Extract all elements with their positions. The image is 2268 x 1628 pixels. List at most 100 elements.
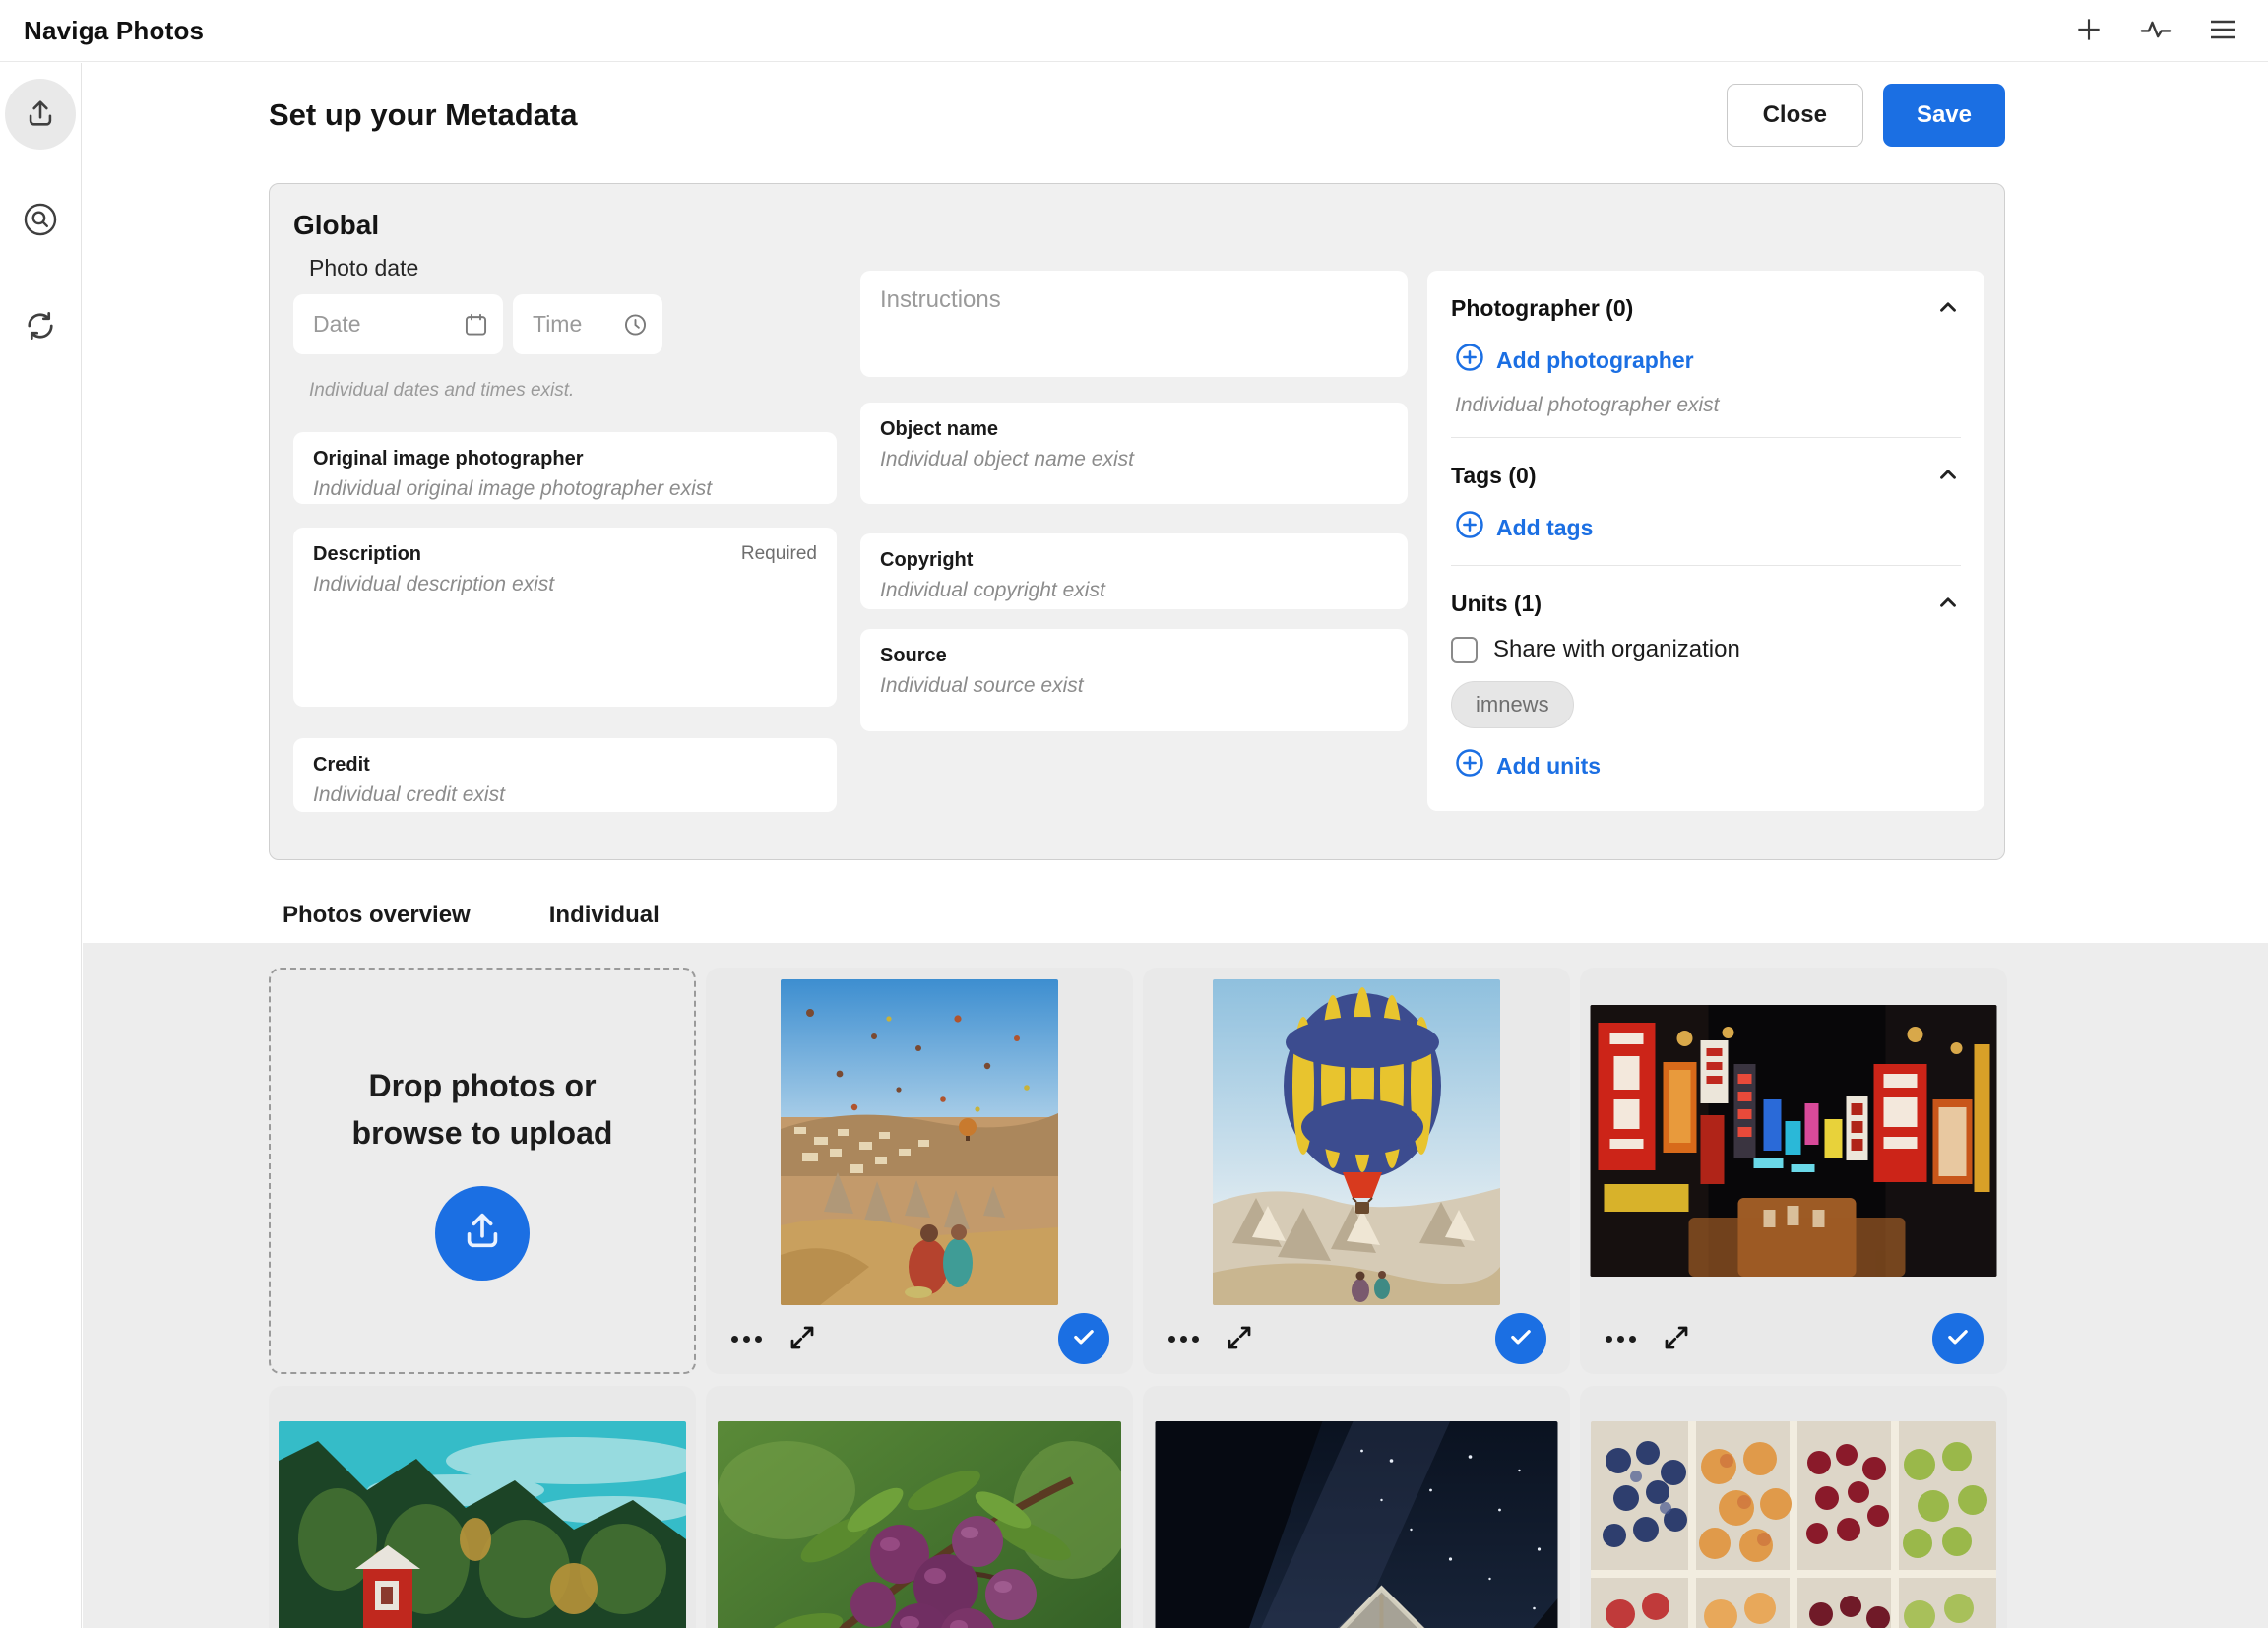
- photo-thumbnail-tokyo-neon-street[interactable]: [1591, 1005, 1997, 1277]
- chevron-up-icon: [1935, 462, 1961, 490]
- photo-actions-bar: [1143, 1313, 1570, 1364]
- browse-upload-button[interactable]: [435, 1186, 530, 1281]
- add-tags-button[interactable]: Add tags: [1455, 510, 1593, 545]
- activity-button[interactable]: [2138, 13, 2174, 48]
- photo-thumbnail-yellow-blue-balloon[interactable]: [1213, 979, 1500, 1305]
- calendar-icon: [463, 311, 489, 338]
- share-checkbox[interactable]: [1451, 637, 1478, 663]
- add-units-label: Add units: [1496, 753, 1601, 780]
- main-content: Set up your Metadata Close Save Global P…: [83, 63, 2268, 1628]
- check-icon: [1944, 1323, 1972, 1355]
- upload-icon: [24, 96, 57, 133]
- field-placeholder: Individual object name exist: [880, 448, 1388, 471]
- photo-grid: Drop photos or browse to upload: [269, 968, 2007, 1628]
- photo-actions-bar: [706, 1313, 1133, 1364]
- expand-icon: [1225, 1323, 1254, 1355]
- add-photographer-button[interactable]: Add photographer: [1455, 343, 1694, 378]
- field-placeholder: Individual description exist: [313, 573, 817, 596]
- share-checkbox-label: Share with organization: [1493, 636, 1740, 663]
- search-icon: [22, 201, 59, 241]
- photo-thumbnail-fruit-baskets[interactable]: [1591, 1421, 1996, 1628]
- tags-section-title: Tags (0): [1451, 463, 1536, 489]
- upload-dropzone[interactable]: Drop photos or browse to upload: [269, 968, 696, 1374]
- topbar: Naviga Photos: [0, 0, 2268, 62]
- object-name-field[interactable]: Object name Individual object name exist: [860, 403, 1408, 504]
- credit-field[interactable]: Credit Individual credit exist: [293, 738, 837, 812]
- expand-photo-button[interactable]: [1225, 1323, 1254, 1355]
- sidebar-search-button[interactable]: [5, 185, 76, 256]
- activity-icon: [2139, 13, 2173, 49]
- photographer-collapse-button[interactable]: [1935, 294, 1961, 323]
- page-header: Set up your Metadata Close Save: [269, 83, 2005, 148]
- photo-thumbnail-plums-on-branch[interactable]: [718, 1421, 1121, 1628]
- photo-date-label: Photo date: [309, 255, 418, 282]
- photo-selected-check[interactable]: [1058, 1313, 1109, 1364]
- clock-icon: [622, 311, 649, 338]
- sidebar-sync-button[interactable]: [5, 291, 76, 362]
- close-button[interactable]: Close: [1727, 84, 1863, 147]
- share-with-organization-row[interactable]: Share with organization: [1451, 636, 1961, 663]
- photo-actions-bar: [1580, 1313, 2007, 1364]
- units-section-title: Units (1): [1451, 591, 1542, 617]
- meta-sections-card: Photographer (0) Add photograp: [1427, 271, 1984, 811]
- tabs-bar: Photos overview Individual: [269, 892, 673, 947]
- units-collapse-button[interactable]: [1935, 590, 1961, 618]
- required-badge: Required: [741, 543, 817, 565]
- field-label: Object name: [880, 418, 1388, 441]
- more-options-button[interactable]: [1606, 1336, 1636, 1343]
- plus-circle-icon: [1455, 343, 1484, 378]
- photo-card: [1580, 1386, 2007, 1628]
- photo-selected-check[interactable]: [1495, 1313, 1546, 1364]
- header-actions: Close Save: [1727, 84, 2005, 147]
- topbar-icons: [2071, 13, 2268, 48]
- photo-card: [1143, 968, 1570, 1374]
- field-label: Credit: [313, 754, 817, 777]
- description-field[interactable]: Description Required Individual descript…: [293, 528, 837, 707]
- field-label: Original image photographer: [313, 448, 817, 470]
- expand-photo-button[interactable]: [1662, 1323, 1691, 1355]
- tags-collapse-button[interactable]: [1935, 462, 1961, 490]
- more-options-button[interactable]: [1168, 1336, 1199, 1343]
- global-right-column: Photographer (0) Add photograp: [1427, 184, 1984, 859]
- photo-date-row: [293, 294, 662, 354]
- photo-card: [706, 1386, 1133, 1628]
- photo-selected-check[interactable]: [1932, 1313, 1984, 1364]
- sidebar-upload-button[interactable]: [5, 79, 76, 150]
- copyright-field[interactable]: Copyright Individual copyright exist: [860, 533, 1408, 609]
- photo-thumbnail-night-sky-shelter[interactable]: [1156, 1421, 1558, 1628]
- upload-icon: [460, 1208, 505, 1258]
- unit-chip[interactable]: imnews: [1451, 681, 1574, 728]
- chevron-up-icon: [1935, 294, 1961, 323]
- sidebar: [0, 63, 82, 1628]
- photo-thumbnail-hot-air-balloons-over-cappadocia[interactable]: [781, 979, 1058, 1305]
- chevron-up-icon: [1935, 590, 1961, 618]
- more-options-button[interactable]: [731, 1336, 762, 1343]
- add-button[interactable]: [2071, 13, 2107, 48]
- menu-icon: [2207, 14, 2238, 48]
- instructions-field[interactable]: Instructions: [860, 271, 1408, 377]
- field-label: Source: [880, 645, 1388, 667]
- photo-card: [706, 968, 1133, 1374]
- save-button[interactable]: Save: [1883, 84, 2005, 147]
- app-title: Naviga Photos: [0, 16, 204, 46]
- source-field[interactable]: Source Individual source exist: [860, 629, 1408, 731]
- add-units-button[interactable]: Add units: [1455, 748, 1601, 783]
- expand-icon: [788, 1323, 817, 1355]
- page-title: Set up your Metadata: [269, 97, 578, 133]
- photographer-section: Photographer (0) Add photograp: [1451, 271, 1961, 437]
- date-field[interactable]: [293, 294, 503, 354]
- field-label: Copyright: [880, 549, 1388, 572]
- expand-photo-button[interactable]: [788, 1323, 817, 1355]
- original-photographer-field[interactable]: Original image photographer Individual o…: [293, 432, 837, 504]
- menu-button[interactable]: [2205, 13, 2240, 48]
- tab-individual[interactable]: Individual: [536, 892, 673, 947]
- photo-card: [269, 1386, 696, 1628]
- photo-thumbnail-red-cabin-lake[interactable]: [279, 1421, 686, 1628]
- check-icon: [1070, 1323, 1098, 1355]
- tab-photos-overview[interactable]: Photos overview: [269, 892, 484, 947]
- tags-section: Tags (0) Add tags: [1451, 437, 1961, 565]
- time-field[interactable]: [513, 294, 662, 354]
- field-placeholder: Individual copyright exist: [880, 579, 1388, 602]
- global-middle-column: Instructions Object name Individual obje…: [860, 184, 1408, 859]
- naviga-photos-window: Naviga Photos: [0, 0, 2268, 1628]
